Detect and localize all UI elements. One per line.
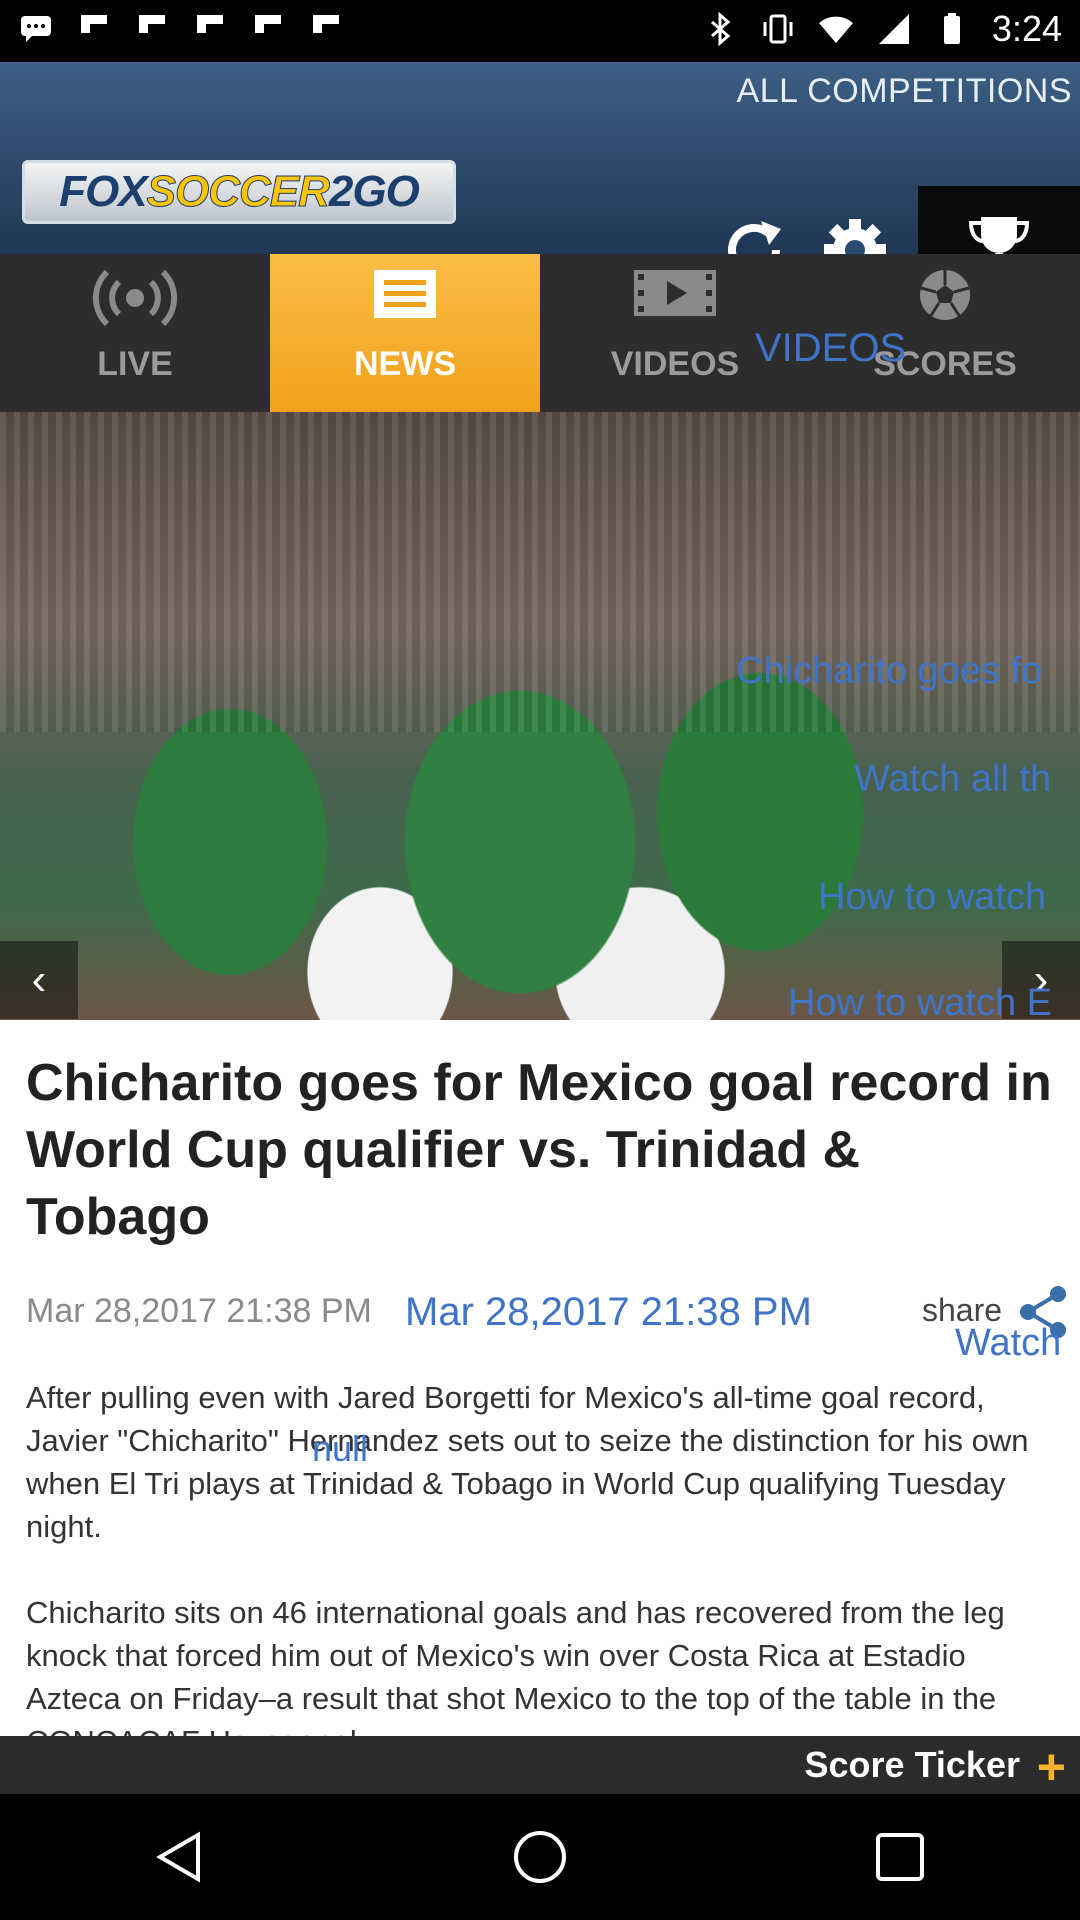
- score-ticker-label: Score Ticker: [804, 1744, 1020, 1785]
- bluetooth-icon: [710, 11, 731, 47]
- plus-icon[interactable]: +: [1037, 1738, 1066, 1796]
- score-ticker-bar[interactable]: Score Ticker +: [0, 1736, 1080, 1796]
- film-icon: [634, 270, 716, 316]
- home-icon[interactable]: [510, 1827, 570, 1887]
- flipboard-icon: [313, 15, 339, 33]
- news-icon: [374, 270, 436, 318]
- system-navigation-bar: [0, 1794, 1080, 1920]
- recent-apps-icon[interactable]: [870, 1827, 930, 1887]
- carousel-overlay-text: Chicharito goes fo: [736, 650, 1043, 692]
- flipboard-icon: [81, 15, 107, 33]
- status-bar: 3:24: [0, 0, 1080, 62]
- news-carousel-image[interactable]: ‹ › Chicharito goes fo Watch all th How …: [0, 412, 1080, 1020]
- all-competitions-link[interactable]: ALL COMPETITIONS: [737, 72, 1072, 111]
- flipboard-icon: [255, 15, 281, 33]
- fox-soccer-2go-logo: FOX SOCCER 2GO: [22, 160, 456, 224]
- messages-icon: [21, 16, 51, 42]
- battery-icon: [943, 13, 960, 44]
- article-title: Chicharito goes for Mexico goal record i…: [26, 1054, 1052, 1246]
- chevron-left-icon: ‹: [31, 955, 47, 1004]
- broadcast-icon: [92, 269, 178, 327]
- carousel-overlay-text: How to watch E: [788, 982, 1052, 1020]
- back-icon[interactable]: [150, 1827, 210, 1887]
- carousel-overlay-text: How to watch: [818, 876, 1047, 918]
- system-icons: 3:24: [702, 8, 1062, 50]
- cellular-signal-icon: [878, 14, 909, 44]
- article-paragraph: After pulling even with Jared Borgetti f…: [26, 1380, 1029, 1544]
- app-header: ALL COMPETITIONS FOX SOCCER 2GO: [0, 62, 1080, 316]
- tab-live[interactable]: LIVE: [0, 254, 270, 412]
- accessibility-overlay-date: Mar 28,2017 21:38 PM: [405, 1290, 812, 1334]
- accessibility-overlay-null: null: [312, 1428, 369, 1469]
- carousel-prev-button[interactable]: ‹: [0, 941, 78, 1019]
- clock: 3:24: [991, 8, 1062, 49]
- carousel-overlay-text: Watch all th: [854, 758, 1052, 800]
- vibrate-icon: [763, 14, 793, 44]
- section-tabs: LIVE NEWS VIDEOS SCORES: [0, 254, 1080, 412]
- flipboard-icon: [197, 15, 223, 33]
- wifi-icon: [818, 16, 853, 43]
- accessibility-overlay-label: VIDEOS: [755, 326, 907, 370]
- article-paragraph: Chicharito sits on 46 international goal…: [26, 1595, 1005, 1736]
- tab-news[interactable]: NEWS: [270, 254, 540, 412]
- soccer-ball-icon: [920, 270, 970, 320]
- flipboard-icon: [139, 15, 165, 33]
- article-date: Mar 28,2017 21:38 PM: [26, 1292, 372, 1330]
- accessibility-overlay-watch: Watch: [955, 1322, 1062, 1364]
- article-body: After pulling even with Jared Borgetti f…: [26, 1376, 1056, 1736]
- notification-icons: [18, 10, 344, 46]
